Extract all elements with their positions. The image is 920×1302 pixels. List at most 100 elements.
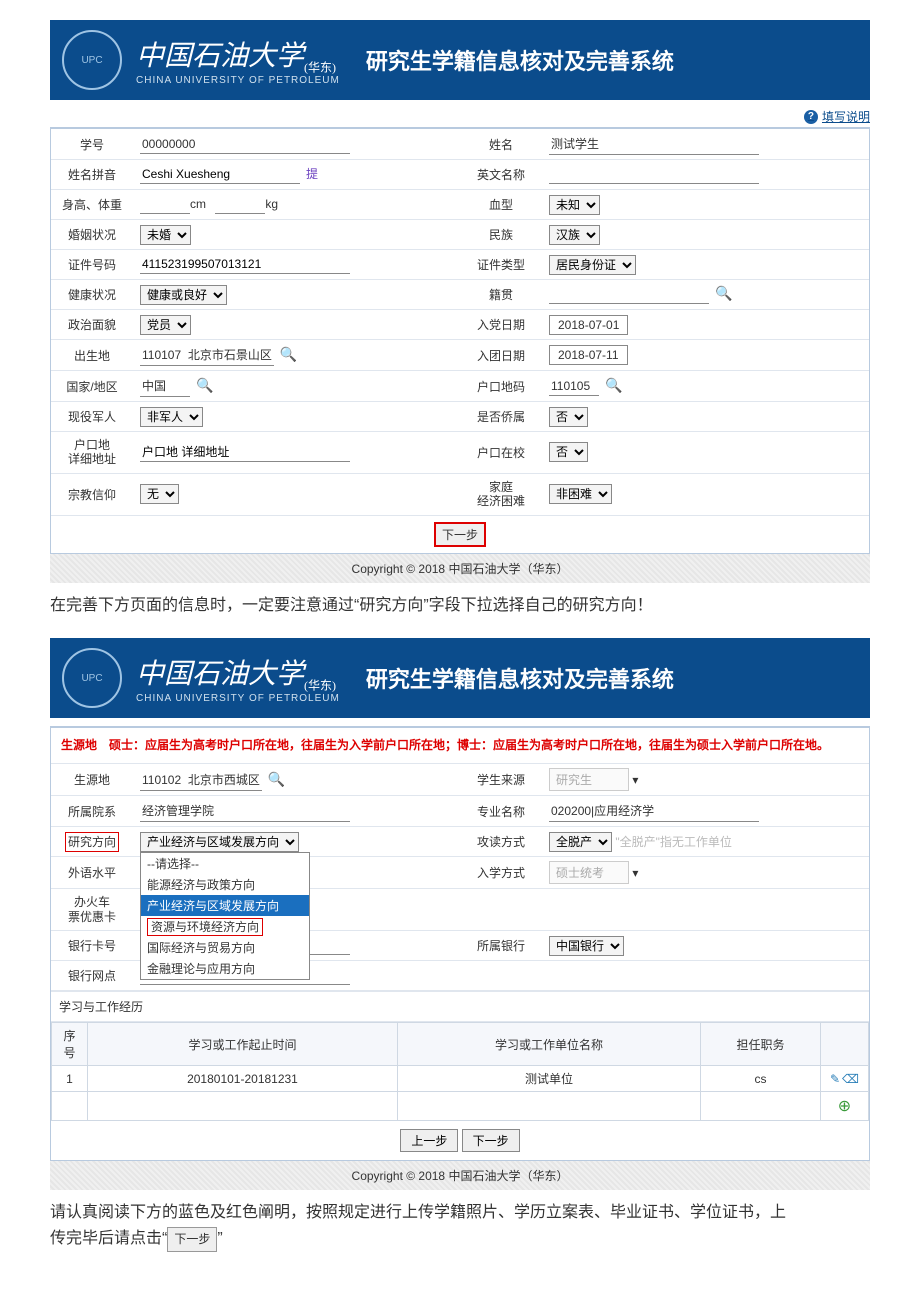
direction-option[interactable]: 国际经济与贸易方向 — [141, 937, 309, 958]
next-button[interactable]: 下一步 — [462, 1129, 520, 1152]
experience-section-label: 学习与工作经历 — [51, 991, 869, 1022]
input-hukou-addr[interactable] — [140, 443, 350, 462]
university-name-block: 中国石油大学(华东) CHINA UNIVERSITY OF PETROLEUM — [136, 34, 340, 87]
value-name: 测试学生 — [549, 133, 759, 155]
experience-table: 序 号 学习或工作起止时间 学习或工作单位名称 担任职务 120180101-2… — [51, 1022, 869, 1121]
edit-row-icon[interactable]: ✎ — [830, 1072, 840, 1086]
label-overseas: 是否侨属 — [460, 402, 542, 431]
search-country-icon[interactable]: 🔍 — [196, 377, 213, 394]
direction-option[interactable]: 金融理论与应用方向 — [141, 958, 309, 979]
university-name-block: 中国石油大学(华东) CHINA UNIVERSITY OF PETROLEUM — [136, 652, 340, 705]
label-bank-branch: 银行网点 — [51, 961, 133, 990]
label-bank-no: 银行卡号 — [51, 931, 133, 960]
select-stu-src: 研究生 — [549, 768, 629, 791]
label-blood: 血型 — [460, 190, 542, 219]
input-idnum[interactable] — [140, 255, 350, 274]
label-name: 姓名 — [460, 130, 542, 159]
university-suffix: (华东) — [304, 60, 336, 74]
university-logo: UPC — [62, 648, 122, 708]
select-enroll: 硕士统考 — [549, 861, 629, 884]
direction-option[interactable]: 资源与环境经济方向 — [141, 916, 309, 937]
label-hukou-code: 户口地码 — [460, 372, 542, 401]
col-unit: 学习或工作单位名称 — [397, 1023, 700, 1066]
select-hukou-school[interactable]: 否 — [549, 442, 588, 462]
university-name-cn: 中国石油大学 — [136, 41, 304, 72]
value-major: 020200|应用经济学 — [549, 800, 759, 822]
study-mode-hint: "全脱产"指无工作单位 — [615, 835, 732, 849]
col-time: 学习或工作起止时间 — [88, 1023, 398, 1066]
add-row-icon[interactable]: ⊕ — [838, 1098, 851, 1115]
help-link[interactable]: ? 填写说明 — [804, 108, 870, 125]
app-banner: UPC 中国石油大学(华东) CHINA UNIVERSITY OF PETRO… — [50, 20, 870, 100]
instruction-paragraph-2: 请认真阅读下方的蓝色及红色阐明，按照规定进行上传学籍照片、学历立案表、毕业证书、… — [50, 1200, 870, 1252]
origin-code: 110102 — [142, 773, 181, 787]
label-polit: 政治面貌 — [51, 310, 133, 339]
select-marital[interactable]: 未婚 — [140, 225, 191, 245]
label-party-date: 入党日期 — [460, 310, 542, 339]
label-foreign: 外语水平 — [51, 858, 133, 887]
input-party-date[interactable]: 2018-07-01 — [549, 315, 628, 335]
label-religion: 宗教信仰 — [51, 480, 133, 509]
table-row: 120180101-20181231测试单位cs✎⌫ — [52, 1066, 869, 1092]
label-poverty: 家庭 经济困难 — [460, 474, 542, 515]
system-title: 研究生学籍信息核对及完善系统 — [366, 44, 674, 76]
university-name-en: CHINA UNIVERSITY OF PETROLEUM — [136, 75, 340, 86]
search-hukou-icon[interactable]: 🔍 — [605, 377, 622, 394]
select-military[interactable]: 非军人 — [140, 407, 203, 427]
label-idnum: 证件号码 — [51, 250, 133, 279]
select-health[interactable]: 健康或良好 — [140, 285, 227, 305]
label-bank: 所属银行 — [460, 931, 542, 960]
select-blood[interactable]: 未知 — [549, 195, 600, 215]
select-ethnic[interactable]: 汉族 — [549, 225, 600, 245]
label-native: 籍贯 — [460, 280, 542, 309]
input-weight[interactable] — [215, 195, 265, 214]
pinyin-hint-link[interactable]: 提 — [306, 167, 318, 181]
value-student-id: 00000000 — [140, 135, 350, 154]
input-en-name[interactable] — [549, 165, 759, 184]
select-poverty[interactable]: 非困难 — [549, 484, 612, 504]
select-religion[interactable]: 无 — [140, 484, 179, 504]
label-ethnic: 民族 — [460, 220, 542, 249]
search-origin-icon[interactable]: 🔍 — [268, 771, 285, 788]
input-pinyin[interactable] — [140, 165, 300, 184]
university-logo: UPC — [62, 30, 122, 90]
select-overseas[interactable]: 否 — [549, 407, 588, 427]
label-origin: 生源地 — [51, 765, 133, 794]
label-pinyin: 姓名拼音 — [51, 160, 133, 189]
select-idtype[interactable]: 居民身份证 — [549, 255, 636, 275]
app-banner-2: UPC 中国石油大学(华东) CHINA UNIVERSITY OF PETRO… — [50, 638, 870, 718]
label-hukou-addr: 户口地 详细地址 — [51, 432, 133, 473]
delete-row-icon[interactable]: ⌫ — [842, 1072, 859, 1086]
direction-option[interactable]: 产业经济与区域发展方向 — [141, 895, 309, 916]
label-direction: 研究方向 — [51, 827, 133, 856]
label-stu-src: 学生来源 — [460, 765, 542, 794]
input-height[interactable] — [140, 195, 190, 214]
label-country: 国家/地区 — [51, 372, 133, 401]
select-polit[interactable]: 党员 — [140, 315, 191, 335]
input-native[interactable] — [549, 285, 709, 304]
question-icon: ? — [804, 110, 818, 124]
select-study-mode[interactable]: 全脱产 — [549, 832, 612, 852]
origin-info-form: 生源地 硕士：应届生为高考时户口所在地，往届生为入学前户口所在地；博士：应届生为… — [50, 726, 870, 1161]
label-height-weight: 身高、体重 — [51, 190, 133, 219]
input-league-date[interactable]: 2018-07-11 — [549, 345, 628, 365]
label-major: 专业名称 — [460, 797, 542, 826]
search-native-icon[interactable]: 🔍 — [715, 285, 732, 302]
col-role: 担任职务 — [701, 1023, 821, 1066]
direction-option[interactable]: --请选择-- — [141, 853, 309, 874]
label-en-name: 英文名称 — [460, 160, 542, 189]
copyright-footer: Copyright © 2018 中国石油大学（华东） — [50, 554, 870, 583]
direction-dropdown-list[interactable]: --请选择--能源经济与政策方向产业经济与区域发展方向资源与环境经济方向国际经济… — [140, 852, 310, 980]
label-train-card: 办火车 票优惠卡 — [51, 889, 133, 930]
label-military: 现役军人 — [51, 402, 133, 431]
label-student-id: 学号 — [51, 130, 133, 159]
next-button-highlighted[interactable]: 下一步 — [434, 522, 486, 547]
label-hukou-school: 户口在校 — [460, 438, 542, 467]
select-direction[interactable]: 产业经济与区域发展方向 — [140, 832, 299, 852]
prev-button[interactable]: 上一步 — [400, 1129, 458, 1152]
direction-option[interactable]: 能源经济与政策方向 — [141, 874, 309, 895]
select-bank[interactable]: 中国银行 — [549, 936, 624, 956]
birthplace-name: 北京市石景山区 — [188, 348, 272, 362]
search-birthplace-icon[interactable]: 🔍 — [280, 346, 297, 363]
unit-cm: cm — [190, 197, 206, 211]
